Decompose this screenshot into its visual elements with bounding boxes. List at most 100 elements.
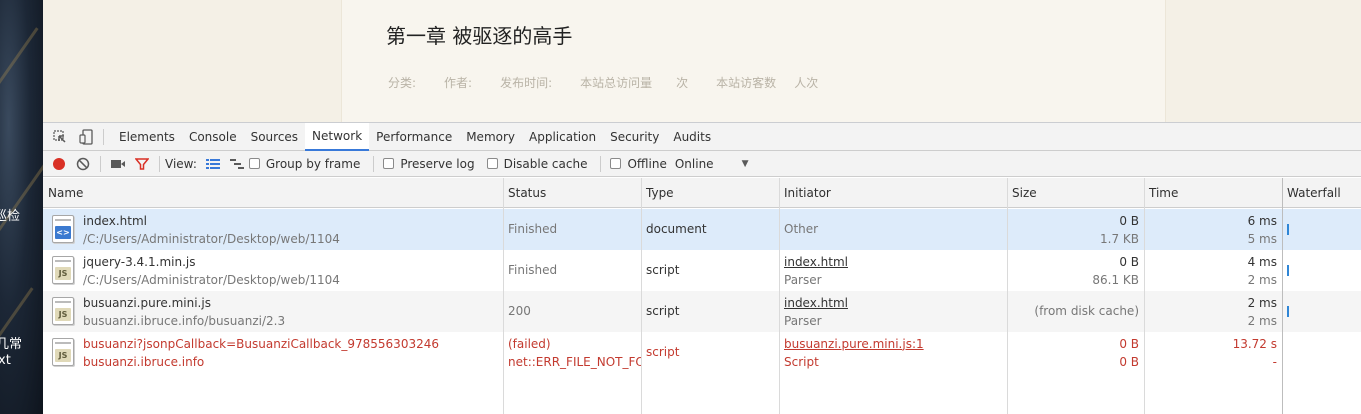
tab-performance[interactable]: Performance <box>369 123 459 151</box>
initiator-type: Parser <box>784 313 822 328</box>
tab-console[interactable]: Console <box>182 123 244 151</box>
meta-visits-unit: 次 <box>676 76 689 90</box>
time-total: 6 ms <box>1247 213 1277 228</box>
filter-button[interactable] <box>130 152 154 176</box>
size-cell: 0 B0 B <box>1007 332 1144 373</box>
column-initiator[interactable]: Initiator <box>779 178 831 208</box>
disable-cache-checkbox[interactable]: Disable cache <box>486 156 588 171</box>
tab-application[interactable]: Application <box>522 123 603 151</box>
large-rows-icon[interactable] <box>201 152 225 176</box>
size-text: (from disk cache) <box>1034 304 1139 318</box>
column-divider <box>503 178 504 414</box>
column-name[interactable]: Name <box>43 178 83 208</box>
name-cell[interactable]: <> index.html/C:/Users/Administrator/Desk… <box>43 209 503 250</box>
status-text: (failed) <box>508 336 551 351</box>
name-cell[interactable]: JS busuanzi?jsonpCallback=BusuanziCallbac… <box>43 332 503 373</box>
offline-checkbox[interactable]: Offline <box>610 157 667 171</box>
devtools-tabbar: Elements Console Sources Network Perform… <box>43 122 1361 151</box>
column-status[interactable]: Status <box>503 178 546 208</box>
request-row[interactable]: JS busuanzi.pure.mini.js busuanzi.ibruce.i… <box>43 291 1361 332</box>
waterfall-bar <box>1287 306 1289 317</box>
article-meta: 分类: 作者: 发布时间: 本站总访问量 次 本站访客数 人次 <box>388 74 846 91</box>
inspect-element-icon[interactable] <box>51 128 69 146</box>
request-name: index.html <box>83 213 147 228</box>
status-cell: (failed)net::ERR_FILE_NOT_FO... <box>503 332 641 373</box>
background-text: 巡检 <box>0 209 21 224</box>
tab-elements[interactable]: Elements <box>112 123 182 151</box>
checkbox-icon <box>248 158 260 169</box>
time-latency: 2 ms <box>1247 272 1277 287</box>
initiator-type: Script <box>784 354 819 369</box>
request-path: busuanzi.ibruce.info/busuanzi/2.3 <box>83 313 286 328</box>
status-cell: 200 <box>503 291 641 332</box>
time-total: 2 ms <box>1247 295 1277 310</box>
page-viewport: 第一章 被驱逐的高手 分类: 作者: 发布时间: 本站总访问量 次 本站访客数 … <box>43 0 1361 122</box>
status-cell: Finished <box>503 209 641 250</box>
checkbox-icon <box>486 158 498 169</box>
request-row[interactable]: <> index.html/C:/Users/Administrator/Desk… <box>43 209 1361 250</box>
table-header: Name Status Type Initiator Size Time Wat… <box>43 178 1361 208</box>
request-name: jquery-3.4.1.min.js <box>83 254 196 269</box>
group-by-frame-checkbox[interactable]: Group by frame <box>248 157 360 171</box>
column-size[interactable]: Size <box>1007 178 1037 208</box>
capture-screenshots-button[interactable] <box>106 152 130 176</box>
request-row[interactable]: JS jquery-3.4.1.min.js/C:/Users/Administr… <box>43 250 1361 291</box>
tab-audits[interactable]: Audits <box>666 123 718 151</box>
type-text: document <box>646 222 707 236</box>
article-card: 第一章 被驱逐的高手 分类: 作者: 发布时间: 本站总访问量 次 本站访客数 … <box>341 0 1166 122</box>
waterfall-bar <box>1287 265 1289 276</box>
type-text: script <box>646 345 680 359</box>
divider <box>373 155 375 172</box>
request-path: /C:/Users/Administrator/Desktop/web/1104 <box>83 231 340 246</box>
initiator-link[interactable]: busuanzi.pure.mini.js:1 <box>784 335 924 353</box>
column-type[interactable]: Type <box>641 178 674 208</box>
size-resource: 86.1 KB <box>1092 272 1139 287</box>
preserve-log-checkbox[interactable]: Preserve log <box>383 157 475 171</box>
devtools-panel: Elements Console Sources Network Perform… <box>43 122 1361 414</box>
waterfall-bar <box>1287 224 1289 235</box>
column-divider <box>779 178 780 414</box>
time-cell: 13.72 s - <box>1144 332 1282 373</box>
column-time[interactable]: Time <box>1144 178 1178 208</box>
time-total: 4 ms <box>1247 254 1277 269</box>
initiator-text: Other <box>784 222 819 236</box>
network-toolbar: View: Group by frame Preserve log Disabl… <box>43 151 1361 177</box>
meta-category: 分类: <box>388 76 417 90</box>
clear-button[interactable] <box>71 152 95 176</box>
html-file-icon: <> <box>52 215 74 243</box>
divider <box>159 155 160 172</box>
checkbox-icon <box>610 158 622 169</box>
request-row[interactable]: JS busuanzi?jsonpCallback=BusuanziCallbac… <box>43 332 1361 373</box>
size-resource: 1.7 KB <box>1100 231 1139 246</box>
type-cell: document <box>641 209 779 250</box>
waterfall-overview-icon[interactable] <box>225 152 249 176</box>
tab-memory[interactable]: Memory <box>459 123 522 151</box>
meta-author: 作者: <box>444 76 473 90</box>
initiator-cell: index.html Parser <box>779 291 1007 332</box>
initiator-cell: index.html Parser <box>779 250 1007 291</box>
meta-published: 发布时间: <box>500 76 553 90</box>
status-cell: Finished <box>503 250 641 291</box>
time-cell: 2 ms 2 ms <box>1144 291 1282 332</box>
desktop-background: 巡检 几常 xt <box>0 0 43 414</box>
size-cell: 0 B 86.1 KB <box>1007 250 1144 291</box>
throttling-select[interactable]: Online ▼ <box>675 157 749 171</box>
disable-cache-label: Disable cache <box>503 156 588 171</box>
request-path: busuanzi.ibruce.info <box>83 354 205 369</box>
tab-network[interactable]: Network <box>305 122 370 151</box>
name-cell[interactable]: JS jquery-3.4.1.min.js/C:/Users/Administr… <box>43 250 503 291</box>
record-button[interactable] <box>47 152 71 176</box>
initiator-link[interactable]: index.html <box>784 253 848 271</box>
initiator-link[interactable]: index.html <box>784 294 848 312</box>
size-cell: (from disk cache) <box>1007 291 1144 332</box>
column-waterfall[interactable]: Waterfall <box>1282 178 1341 208</box>
view-label: View: <box>165 156 197 171</box>
background-text: 几常 <box>0 337 23 352</box>
tab-sources[interactable]: Sources <box>244 123 305 151</box>
request-name: busuanzi?jsonpCallback=BusuanziCallback_… <box>83 336 439 351</box>
type-text: script <box>646 304 680 318</box>
tab-security[interactable]: Security <box>603 123 666 151</box>
device-toolbar-icon[interactable] <box>77 128 95 146</box>
name-cell[interactable]: JS busuanzi.pure.mini.js busuanzi.ibruce.i… <box>43 291 503 332</box>
column-divider <box>1007 178 1008 414</box>
